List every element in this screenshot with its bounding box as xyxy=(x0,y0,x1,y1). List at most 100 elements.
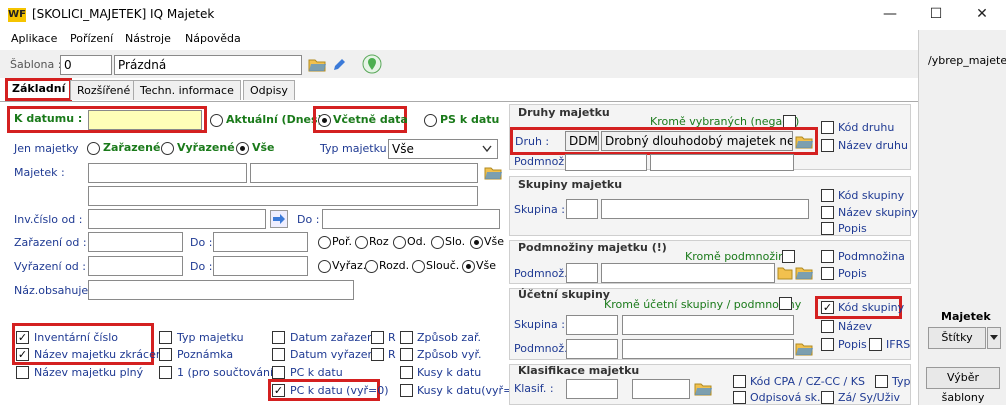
tab-zakladni[interactable]: Základní xyxy=(5,78,73,101)
kod-skupiny2-checkbox[interactable]: ✓ xyxy=(821,301,834,314)
druh-folder-icon[interactable] xyxy=(795,134,815,150)
krome-ucetni-checkbox[interactable] xyxy=(779,297,792,310)
zpusob-vyr-checkbox[interactable] xyxy=(400,348,413,361)
ucetni-podmnoz-code-field[interactable] xyxy=(566,339,618,359)
kusy-k-datu-checkbox[interactable] xyxy=(400,366,413,379)
skupina-name-field[interactable] xyxy=(601,199,809,219)
krome-podmnoziny-checkbox[interactable] xyxy=(782,250,795,263)
poznamka-checkbox[interactable] xyxy=(159,348,172,361)
tab-techn-informace[interactable]: Techn. informace xyxy=(133,80,241,100)
typ-majetku-checkbox[interactable] xyxy=(159,331,172,344)
za-sy-checkbox[interactable] xyxy=(821,391,834,404)
vyr-slouc-radio[interactable] xyxy=(412,260,425,273)
vcetne-data-radio[interactable] xyxy=(318,114,331,127)
r-vyr-checkbox[interactable] xyxy=(371,348,384,361)
vyr-vse-radio[interactable] xyxy=(462,260,475,273)
k-datumu-input[interactable] xyxy=(88,110,202,130)
typ-checkbox[interactable] xyxy=(875,375,888,388)
zar-por-radio[interactable] xyxy=(318,236,331,249)
tab-odpisy[interactable]: Odpisy xyxy=(243,80,295,100)
nazev-zkraceny-checkbox[interactable]: ✓ xyxy=(16,348,29,361)
majetek-code-input[interactable] xyxy=(88,163,247,183)
vyr-rozd-radio[interactable] xyxy=(365,260,378,273)
podmnoz2-name-field[interactable] xyxy=(601,263,775,283)
zarazeni-do-input[interactable] xyxy=(213,232,308,252)
pc-k-datu-vyr-checkbox[interactable]: ✓ xyxy=(272,384,285,397)
zar-od-radio[interactable] xyxy=(393,236,406,249)
ucetni-skupina-name-field[interactable] xyxy=(622,315,794,335)
klasif-code-field[interactable] xyxy=(566,379,618,399)
chevron-down-icon[interactable] xyxy=(482,145,492,153)
sablona-name-field[interactable]: Prázdná xyxy=(114,55,302,75)
nazev-skupiny-checkbox[interactable] xyxy=(821,206,834,219)
zar-vse-radio[interactable] xyxy=(470,236,483,249)
kusy-k-datu-vyr-checkbox[interactable] xyxy=(400,384,413,397)
kod-cpa-checkbox[interactable] xyxy=(733,375,746,388)
podmnoz-yellow-folder-icon[interactable] xyxy=(777,266,793,280)
tab-rozsirene[interactable]: Rozšířené xyxy=(70,80,138,100)
podmnoz-name-field[interactable] xyxy=(650,154,794,171)
minimize-icon[interactable]: — xyxy=(880,4,900,24)
vyrazeni-do-input[interactable] xyxy=(213,256,308,276)
kod-skupiny-checkbox[interactable] xyxy=(821,189,834,202)
zar-slo-radio[interactable] xyxy=(431,236,444,249)
popis-checkbox[interactable] xyxy=(821,222,834,235)
inv-cislo-od-input[interactable] xyxy=(88,209,266,229)
ucetni-skupina-code-field[interactable] xyxy=(566,315,618,335)
popis2-checkbox[interactable] xyxy=(821,338,834,351)
podmnoz-code-field[interactable] xyxy=(565,154,647,171)
close-icon[interactable]: ✕ xyxy=(972,4,992,24)
stitky-button[interactable]: Štítky xyxy=(928,327,986,349)
edit-pencil-icon[interactable] xyxy=(332,58,346,72)
nazev-plny-checkbox[interactable] xyxy=(16,366,29,379)
majetek-folder-icon[interactable] xyxy=(484,165,504,181)
r-zar-checkbox[interactable] xyxy=(371,331,384,344)
klasif-folder-icon[interactable] xyxy=(694,381,714,397)
location-pin-icon[interactable] xyxy=(362,54,382,74)
podmnozina-checkbox[interactable] xyxy=(821,250,834,263)
vyrazene-radio[interactable] xyxy=(161,142,174,155)
vse-radio[interactable] xyxy=(236,142,249,155)
vyr-vyraz-radio[interactable] xyxy=(318,260,331,273)
zarazeni-od-input[interactable] xyxy=(88,232,183,252)
ucetni-podmnoz-name-field[interactable] xyxy=(622,339,794,359)
ps-k-datu-radio[interactable] xyxy=(424,114,437,127)
podmnoz2-code-field[interactable] xyxy=(566,263,598,283)
popis-podmnozina-checkbox[interactable] xyxy=(821,267,834,280)
podmnoz-folder-icon[interactable] xyxy=(795,265,815,281)
menu-porizeni[interactable]: Pořízení xyxy=(70,32,113,45)
naz-obsahuje-input[interactable] xyxy=(88,280,354,300)
pc-k-datu-checkbox[interactable] xyxy=(272,366,285,379)
inv-cislo-do-input[interactable] xyxy=(322,209,500,229)
nazev-druhu-checkbox[interactable] xyxy=(821,139,834,152)
datum-zarazeni-checkbox[interactable] xyxy=(272,331,285,344)
nazev-checkbox[interactable] xyxy=(821,320,834,333)
inventarni-cislo-checkbox[interactable]: ✓ xyxy=(16,331,29,344)
klasif-name-field[interactable] xyxy=(632,379,690,399)
pro-soucet-checkbox[interactable] xyxy=(159,366,172,379)
majetek-name-input[interactable] xyxy=(250,163,478,183)
copy-arrow-button[interactable] xyxy=(270,210,288,228)
ucetni-folder-icon[interactable] xyxy=(795,341,815,357)
druh-name-field[interactable]: Drobný dlouhodobý majetek neode xyxy=(601,131,793,151)
zar-roz-radio[interactable] xyxy=(355,236,368,249)
skupina-code-field[interactable] xyxy=(566,199,598,219)
zpusob-zar-checkbox[interactable] xyxy=(400,331,413,344)
kod-druhu-checkbox[interactable] xyxy=(821,121,834,134)
maximize-icon[interactable]: ☐ xyxy=(926,4,946,24)
odpisova-checkbox[interactable] xyxy=(733,391,746,404)
aktualni-radio[interactable] xyxy=(210,114,223,127)
ifrs-checkbox[interactable] xyxy=(869,338,882,351)
sablona-code-field[interactable]: 0 xyxy=(60,55,112,75)
vyrazeni-od-input[interactable] xyxy=(88,256,183,276)
open-folder-icon[interactable] xyxy=(308,57,328,73)
datum-vyrazeni-checkbox[interactable] xyxy=(272,348,285,361)
stitky-dropdown-button[interactable] xyxy=(987,327,1001,349)
menu-nastroje[interactable]: Nástroje xyxy=(125,32,171,45)
zarazene-radio[interactable] xyxy=(87,142,100,155)
vyber-sablony-button[interactable]: Výběr šablony xyxy=(926,367,1000,404)
menu-napoveda[interactable]: Nápověda xyxy=(185,32,241,45)
druh-code-field[interactable]: DDMI xyxy=(565,131,599,151)
menu-aplikace[interactable]: Aplikace xyxy=(11,32,57,45)
majetek-description-input[interactable] xyxy=(88,186,478,206)
